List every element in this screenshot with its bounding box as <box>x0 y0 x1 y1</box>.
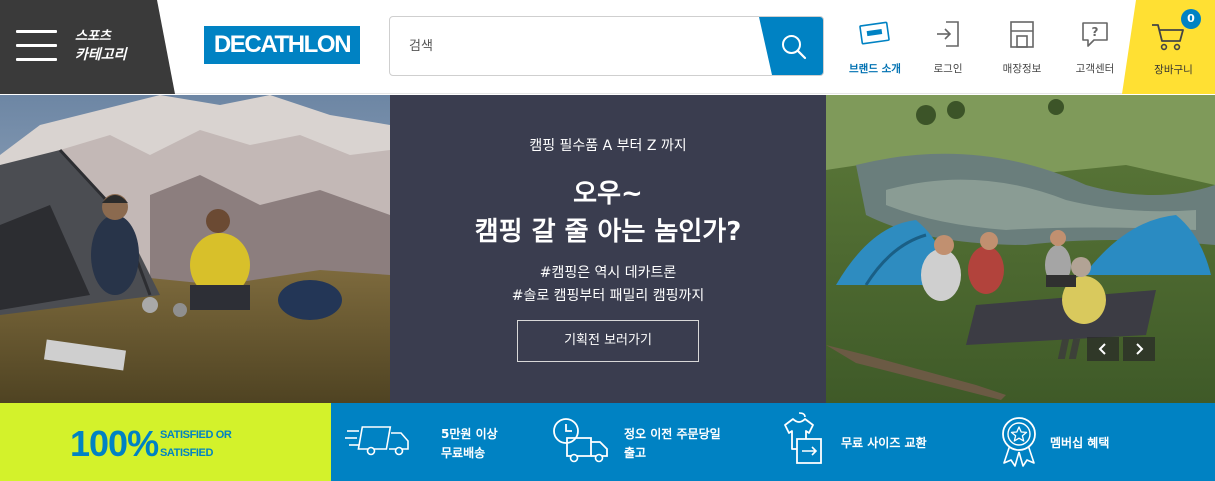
nav-login[interactable]: 로그인 <box>918 0 978 94</box>
benefit-text: 5만원 이상 무료배송 <box>441 425 498 463</box>
cart-icon <box>1152 24 1184 51</box>
search-bar <box>389 16 824 76</box>
cart-button[interactable]: 0 장바구니 <box>1122 0 1215 94</box>
nav-brand-intro[interactable]: 브랜드 소개 <box>840 0 910 94</box>
benefit-text: 무료 사이즈 교환 <box>841 436 927 450</box>
nav-label: 브랜드 소개 <box>849 63 901 75</box>
delivery-truck-icon <box>345 426 409 456</box>
benefit-text: 멤버십 혜택 <box>1050 436 1110 450</box>
hero-kicker: 캠핑 필수품 A 부터 Z 까지 <box>529 138 687 154</box>
cart-count-badge: 0 <box>1181 9 1201 29</box>
nav-label: 고객센터 <box>1075 63 1115 75</box>
benefit-same-day-dispatch[interactable]: 정오 이전 주문당일 출고 <box>551 403 751 481</box>
benefit-line1: 정오 이전 주문당일 <box>624 427 721 441</box>
nav-label: 매장정보 <box>1002 63 1042 75</box>
hero-right-image[interactable] <box>826 95 1215 403</box>
membership-medal-icon <box>1002 417 1036 467</box>
carousel-next-button[interactable] <box>1123 337 1155 361</box>
satisfied-text: SATISFIED OR SATISFIED <box>160 426 232 462</box>
satisfied-guarantee-banner[interactable]: 100% SATISFIED OR SATISFIED <box>0 403 331 481</box>
cart-label: 장바구니 <box>1154 64 1193 76</box>
hero-headline-line2: 캠핑 갈 줄 아는 놈인가? <box>474 217 742 247</box>
satisfied-line2: SATISFIED <box>160 447 214 459</box>
hero-left-image[interactable] <box>0 95 390 403</box>
benefit-text: 정오 이전 주문당일 출고 <box>624 425 721 463</box>
size-exchange-icon <box>784 412 822 464</box>
hero-hashtags: #캠핑은 역시 데카트론 #솔로 캠핑부터 패밀리 캠핑까지 <box>390 262 826 308</box>
store-info-icon <box>1010 21 1034 48</box>
hero-tag: #캠핑은 역시 데카트론 <box>539 265 677 281</box>
login-icon <box>937 21 959 47</box>
svg-text:?: ? <box>1092 25 1099 39</box>
hero-headline-line1: 오우~ <box>573 179 643 209</box>
hero-headline: 오우~ 캠핑 갈 줄 아는 놈인가? <box>390 175 826 251</box>
benefit-free-size-exchange[interactable]: 무료 사이즈 교환 <box>771 403 951 481</box>
decathlon-logo[interactable]: DECATHLON <box>204 26 360 64</box>
category-label: 스포츠 카테고리 <box>75 27 127 65</box>
search-input[interactable] <box>390 17 770 75</box>
brand-card-icon <box>859 21 890 45</box>
satisfied-percent: 100% <box>70 423 159 464</box>
campers-mountain-photo <box>0 95 390 403</box>
hamburger-menu-icon <box>16 30 57 62</box>
benefit-line2: 출고 <box>624 446 647 460</box>
nav-label: 로그인 <box>933 63 963 75</box>
hero-tag: #솔로 캠핑부터 패밀리 캠핑까지 <box>511 288 705 304</box>
benefit-membership[interactable]: 멤버십 혜택 <box>999 403 1149 481</box>
sports-category-menu-button[interactable]: 스포츠 카테고리 <box>0 0 175 94</box>
nav-store-info[interactable]: 매장정보 <box>992 0 1052 94</box>
hero-promo-panel: 캠핑 필수품 A 부터 Z 까지 오우~ 캠핑 갈 줄 아는 놈인가? #캠핑은… <box>390 95 826 403</box>
benefit-free-shipping[interactable]: 5만원 이상 무료배송 <box>345 403 515 481</box>
satisfied-line1: SATISFIED OR <box>160 429 232 441</box>
carousel-controls <box>1055 337 1155 361</box>
benefit-line2: 무료배송 <box>441 446 486 460</box>
chevron-right-icon <box>1136 343 1144 355</box>
clock-truck-icon <box>553 418 608 463</box>
carousel-prev-button[interactable] <box>1087 337 1119 361</box>
nav-customer-center[interactable]: ? 고객센터 <box>1065 0 1125 94</box>
benefits-panel: 5만원 이상 무료배송 정오 이전 주문당일 출고 무료 사이즈 교환 멤버십 … <box>331 403 1215 481</box>
carousel-pause-button[interactable] <box>1055 337 1083 361</box>
category-label-line1: 스포츠 <box>75 29 111 44</box>
benefit-line1: 5만원 이상 <box>441 427 498 441</box>
chevron-left-icon <box>1098 343 1106 355</box>
search-icon <box>782 35 807 60</box>
site-header: 스포츠 카테고리 DECATHLON 브랜드 소개 로그인 <box>0 0 1215 94</box>
service-benefits-strip: 100% SATISFIED OR SATISFIED 5만원 이상 무료배송 <box>0 403 1215 481</box>
category-label-line2: 카테고리 <box>75 47 127 63</box>
lake-camping-photo <box>826 95 1215 403</box>
view-promotion-button[interactable]: 기획전 보러가기 <box>517 320 699 362</box>
hero-banner: 캠핑 필수품 A 부터 Z 까지 오우~ 캠핑 갈 줄 아는 놈인가? #캠핑은… <box>0 95 1215 403</box>
help-chat-icon: ? <box>1082 22 1108 47</box>
